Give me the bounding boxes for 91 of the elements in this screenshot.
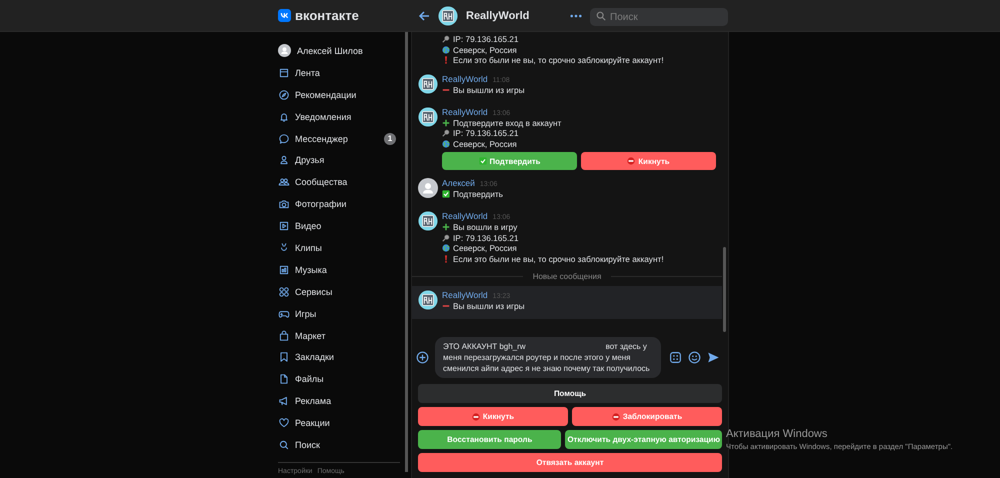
bot-avatar-icon: [418, 211, 438, 231]
no-entry-icon: [612, 412, 620, 420]
sidebar-item[interactable]: Рекомендации: [278, 84, 404, 106]
bot-avatar-icon: [418, 74, 438, 94]
no-entry-icon: [627, 157, 636, 165]
camera-icon: [278, 198, 290, 210]
megaphone-icon: [278, 395, 290, 408]
plus-icon: [442, 118, 450, 127]
send-icon[interactable]: [707, 351, 720, 364]
exclamation-icon: [442, 56, 450, 64]
message-text: Северск, Россия: [453, 243, 517, 254]
author-name[interactable]: ReallyWorld: [442, 290, 488, 300]
attach-plus-icon[interactable]: [416, 351, 429, 364]
bookmark-icon: [278, 351, 290, 364]
author-name[interactable]: ReallyWorld: [442, 74, 488, 84]
message-text: Подтвердите вход в аккаунт: [453, 118, 562, 128]
sidebar-item[interactable]: Файлы: [278, 368, 404, 390]
sidebar-item[interactable]: Клипы: [278, 237, 404, 259]
sidebar-item[interactable]: Поиск: [278, 434, 404, 456]
author-name[interactable]: ReallyWorld: [442, 106, 488, 116]
message-text: Если это были не вы, то срочно заблокируйте аккаунт!: [453, 254, 664, 264]
person-icon: [278, 154, 290, 166]
author-name[interactable]: ReallyWorld: [442, 211, 488, 221]
message-text: Северск, Россия: [453, 44, 517, 55]
unread-count: 1: [384, 132, 396, 144]
message-text: Подтвердить: [453, 189, 503, 200]
check-icon: [478, 157, 486, 165]
chat-title: ReallyWorld: [466, 10, 530, 22]
sidebar-item[interactable]: Музыка: [278, 258, 404, 281]
new-messages-divider: Новые сообщения: [532, 272, 602, 281]
sidebar-item[interactable]: Реклама: [278, 390, 404, 412]
author-name[interactable]: Алексей: [442, 178, 475, 188]
profile-link[interactable]: Алексей Шилов: [278, 40, 404, 62]
message-text: Северск, Россия: [453, 138, 517, 149]
message-text: IP: 79.136.165.21: [453, 34, 519, 44]
message-text: Вы вышли из игры: [453, 84, 525, 95]
bell-icon: [278, 110, 290, 123]
message-text: Если это были не вы, то срочно заблокируйте аккаунт!: [453, 55, 664, 66]
sidebar-item[interactable]: Лента: [278, 62, 404, 84]
feed-icon: [278, 66, 290, 79]
file-icon: [278, 373, 290, 386]
check-icon: [442, 190, 450, 198]
bot-avatar-icon: [418, 290, 438, 310]
message-input[interactable]: ЭТО АККАУНТ bgh_rw вот здесь у меня перезагружался роутер и после этого у меня сменился айпи адрес я не знаю почему так получилось: [435, 337, 661, 378]
sidebar-item[interactable]: Игры: [278, 302, 404, 325]
more-icon[interactable]: [570, 14, 582, 18]
magnifier-icon: [442, 35, 450, 44]
compass-icon: [278, 88, 290, 101]
exclamation-icon: [442, 254, 450, 263]
globe-icon: [442, 244, 450, 252]
music-icon: [278, 264, 290, 276]
back-arrow-icon[interactable]: [418, 10, 430, 22]
chat-icon: [278, 132, 290, 144]
people-icon: [278, 176, 290, 188]
grid-icon: [278, 286, 290, 298]
sidebar-item[interactable]: Сервисы: [278, 280, 404, 303]
heart-icon: [278, 417, 290, 430]
globe-icon: [442, 46, 450, 54]
clips-icon: [278, 242, 290, 254]
sidebar-item[interactable]: Закладки: [278, 346, 404, 368]
smile-icon[interactable]: [688, 351, 701, 364]
sidebar-item[interactable]: Уведомления: [278, 106, 404, 128]
activation-title: Активация Windows: [726, 428, 828, 440]
logo-text: вконтакте: [295, 8, 359, 23]
bag-icon: [278, 330, 290, 342]
message-text: IP: 79.136.165.21: [453, 232, 519, 243]
bot-avatar-icon: [438, 6, 458, 26]
sidebar-item[interactable]: Видео: [278, 215, 404, 238]
message-text: Вы вышли из игры: [453, 301, 525, 312]
sidebar-item[interactable]: Фотографии: [278, 193, 404, 216]
sidebar-item[interactable]: Сообщества: [278, 171, 404, 194]
message-text: IP: 79.136.165.21: [453, 128, 519, 138]
sidebar-item[interactable]: Реакции: [278, 412, 404, 434]
sidebar-item[interactable]: Друзья: [278, 149, 404, 172]
bot-avatar-icon: [418, 106, 438, 126]
search-icon: [278, 438, 290, 451]
search-field[interactable]: Поиск: [590, 8, 728, 26]
message-text: Вы вошли в игру: [453, 222, 518, 232]
globe-icon: [442, 140, 450, 148]
plus-icon: [442, 223, 450, 232]
vk-logo-icon: [278, 9, 291, 22]
magnifier-icon: [442, 129, 450, 138]
keyboard-icon[interactable]: [669, 351, 682, 364]
magnifier-icon: [442, 234, 450, 242]
user-avatar-icon: [278, 44, 291, 58]
search-icon: [596, 10, 606, 20]
sidebar-item[interactable]: Маркет: [278, 324, 404, 346]
user-avatar-icon: [418, 178, 438, 198]
video-icon: [278, 220, 290, 232]
sidebar-item[interactable]: Мессенджер 1: [278, 128, 404, 150]
no-entry-icon: [472, 412, 480, 420]
